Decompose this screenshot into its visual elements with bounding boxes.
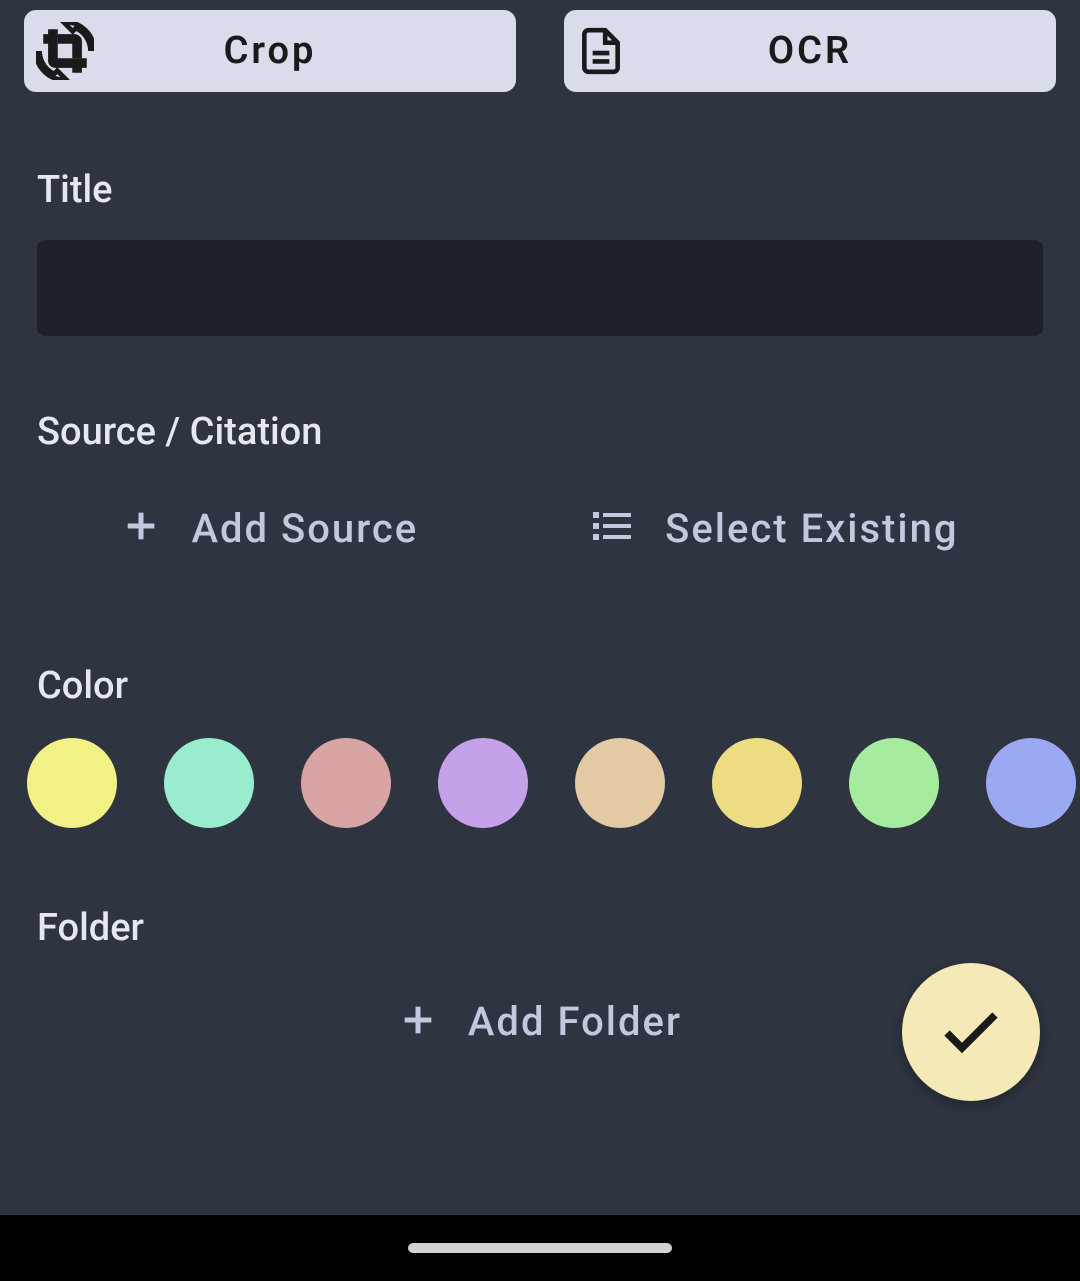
plus-icon xyxy=(398,1000,438,1044)
color-swatch-purple[interactable] xyxy=(438,738,528,828)
crop-label: Crop xyxy=(224,29,317,73)
title-label: Title xyxy=(37,168,1043,212)
source-label: Source / Citation xyxy=(37,410,1043,454)
system-bottom-bar xyxy=(0,1215,1080,1281)
title-input[interactable] xyxy=(37,240,1043,336)
add-folder-button[interactable]: Add Folder xyxy=(37,998,1043,1045)
plus-icon xyxy=(121,506,161,550)
ocr-label: OCR xyxy=(768,29,852,73)
select-existing-label: Select Existing xyxy=(665,505,958,552)
add-source-button[interactable]: Add Source xyxy=(121,502,418,554)
crop-button[interactable]: Crop xyxy=(24,10,516,92)
color-swatch-mint[interactable] xyxy=(164,738,254,828)
home-indicator[interactable] xyxy=(408,1243,672,1253)
crop-icon xyxy=(36,22,94,80)
select-existing-button[interactable]: Select Existing xyxy=(587,502,958,554)
color-swatch-tan[interactable] xyxy=(575,738,665,828)
color-label: Color xyxy=(37,664,1043,708)
color-swatch-green[interactable] xyxy=(849,738,939,828)
confirm-button[interactable] xyxy=(902,963,1040,1101)
list-icon xyxy=(587,502,635,554)
color-swatches xyxy=(27,738,1043,828)
color-swatch-gold[interactable] xyxy=(712,738,802,828)
color-swatch-blue[interactable] xyxy=(986,738,1076,828)
folder-label: Folder xyxy=(37,906,1043,950)
add-folder-label: Add Folder xyxy=(468,998,682,1045)
ocr-button[interactable]: OCR xyxy=(564,10,1056,92)
color-swatch-rose[interactable] xyxy=(301,738,391,828)
document-icon xyxy=(576,26,626,76)
check-icon xyxy=(935,994,1007,1070)
add-source-label: Add Source xyxy=(191,505,418,552)
color-swatch-yellow[interactable] xyxy=(27,738,117,828)
